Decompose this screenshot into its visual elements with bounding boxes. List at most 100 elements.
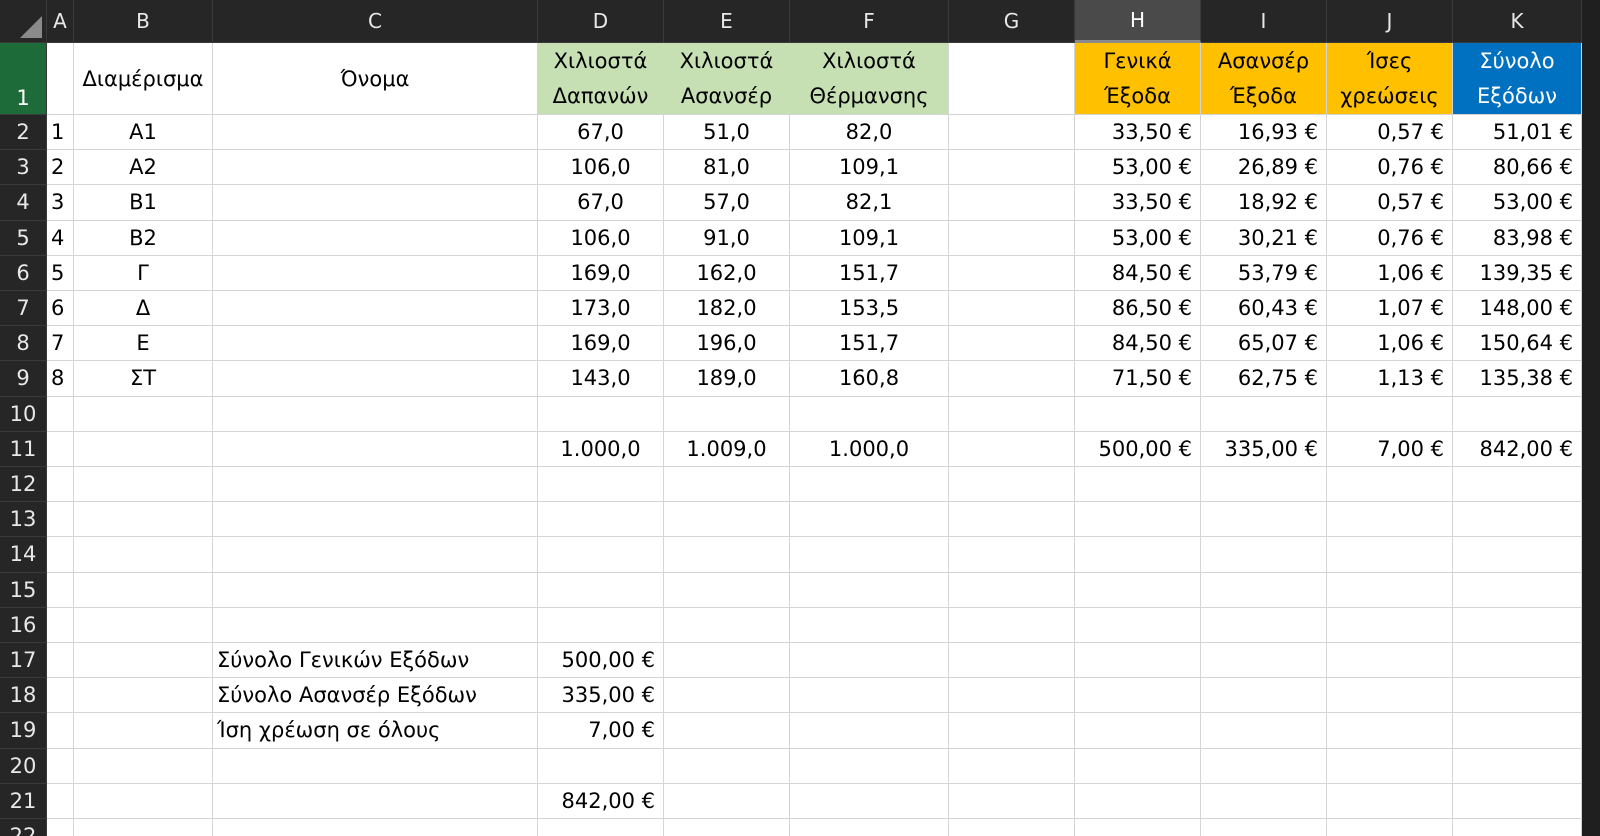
cell-d21[interactable]: 842,00 € xyxy=(538,783,664,819)
cell-d5[interactable]: 106,0 xyxy=(538,220,664,256)
cell-g11[interactable] xyxy=(949,431,1075,467)
cell-e18[interactable] xyxy=(664,678,790,714)
row-header-10[interactable]: 10 xyxy=(0,396,47,432)
column-header-b[interactable]: B xyxy=(74,0,213,43)
cell-j22[interactable] xyxy=(1327,819,1453,836)
cell-c2[interactable] xyxy=(213,115,538,151)
cell-a10[interactable] xyxy=(47,396,74,432)
cell-k11[interactable]: 842,00 € xyxy=(1453,431,1582,467)
row-header-6[interactable]: 6 xyxy=(0,255,47,291)
cell-b9[interactable]: ΣΤ xyxy=(74,361,213,397)
cell-j15[interactable] xyxy=(1327,572,1453,608)
cell-k5[interactable]: 83,98 € xyxy=(1453,220,1582,256)
cell-c17[interactable]: Σύνολο Γενικών Εξόδων xyxy=(213,643,538,679)
cell-c9[interactable] xyxy=(213,361,538,397)
cell-i14[interactable] xyxy=(1201,537,1327,573)
cell-h12[interactable] xyxy=(1075,467,1201,503)
cell-e1[interactable]: Χιλιοστά Ασανσέρ xyxy=(664,43,790,115)
cell-h18[interactable] xyxy=(1075,678,1201,714)
cell-a4[interactable]: 3 xyxy=(47,185,74,221)
cell-a8[interactable]: 7 xyxy=(47,326,74,362)
cell-k4[interactable]: 53,00 € xyxy=(1453,185,1582,221)
cell-g17[interactable] xyxy=(949,643,1075,679)
cell-j1[interactable]: Ίσες χρεώσεις xyxy=(1327,43,1453,115)
cell-g18[interactable] xyxy=(949,678,1075,714)
cell-b14[interactable] xyxy=(74,537,213,573)
cell-d19[interactable]: 7,00 € xyxy=(538,713,664,749)
cell-i13[interactable] xyxy=(1201,502,1327,538)
row-header-15[interactable]: 15 xyxy=(0,572,47,608)
cell-d17[interactable]: 500,00 € xyxy=(538,643,664,679)
cell-e8[interactable]: 196,0 xyxy=(664,326,790,362)
cell-c14[interactable] xyxy=(213,537,538,573)
cell-k2[interactable]: 51,01 € xyxy=(1453,115,1582,151)
cell-i12[interactable] xyxy=(1201,467,1327,503)
cell-e12[interactable] xyxy=(664,467,790,503)
cell-c13[interactable] xyxy=(213,502,538,538)
cell-h13[interactable] xyxy=(1075,502,1201,538)
cell-a15[interactable] xyxy=(47,572,74,608)
cell-a11[interactable] xyxy=(47,431,74,467)
cell-k3[interactable]: 80,66 € xyxy=(1453,150,1582,186)
cell-c3[interactable] xyxy=(213,150,538,186)
cell-f15[interactable] xyxy=(790,572,949,608)
cell-e15[interactable] xyxy=(664,572,790,608)
cell-h8[interactable]: 84,50 € xyxy=(1075,326,1201,362)
cell-f14[interactable] xyxy=(790,537,949,573)
cell-k12[interactable] xyxy=(1453,467,1582,503)
cell-i8[interactable]: 65,07 € xyxy=(1201,326,1327,362)
cell-d3[interactable]: 106,0 xyxy=(538,150,664,186)
cell-f12[interactable] xyxy=(790,467,949,503)
cell-h3[interactable]: 53,00 € xyxy=(1075,150,1201,186)
row-header-19[interactable]: 19 xyxy=(0,713,47,749)
cell-a18[interactable] xyxy=(47,678,74,714)
cell-h11[interactable]: 500,00 € xyxy=(1075,431,1201,467)
cell-a1[interactable] xyxy=(47,43,74,115)
cell-d10[interactable] xyxy=(538,396,664,432)
cell-f4[interactable]: 82,1 xyxy=(790,185,949,221)
row-header-5[interactable]: 5 xyxy=(0,220,47,256)
cell-b22[interactable] xyxy=(74,819,213,836)
cell-c6[interactable] xyxy=(213,255,538,291)
cell-h6[interactable]: 84,50 € xyxy=(1075,255,1201,291)
cell-g8[interactable] xyxy=(949,326,1075,362)
row-header-7[interactable]: 7 xyxy=(0,291,47,327)
cell-j2[interactable]: 0,57 € xyxy=(1327,115,1453,151)
cell-k6[interactable]: 139,35 € xyxy=(1453,255,1582,291)
cell-e13[interactable] xyxy=(664,502,790,538)
column-header-e[interactable]: E xyxy=(664,0,790,43)
cell-e9[interactable]: 189,0 xyxy=(664,361,790,397)
cell-j19[interactable] xyxy=(1327,713,1453,749)
cell-d6[interactable]: 169,0 xyxy=(538,255,664,291)
cell-h16[interactable] xyxy=(1075,607,1201,643)
column-header-i[interactable]: I xyxy=(1201,0,1327,43)
cell-i17[interactable] xyxy=(1201,643,1327,679)
row-header-4[interactable]: 4 xyxy=(0,185,47,221)
row-header-11[interactable]: 11 xyxy=(0,431,47,467)
cell-j9[interactable]: 1,13 € xyxy=(1327,361,1453,397)
cell-i16[interactable] xyxy=(1201,607,1327,643)
cell-h4[interactable]: 33,50 € xyxy=(1075,185,1201,221)
cell-f22[interactable] xyxy=(790,819,949,836)
cell-a16[interactable] xyxy=(47,607,74,643)
cell-g9[interactable] xyxy=(949,361,1075,397)
cell-g10[interactable] xyxy=(949,396,1075,432)
row-header-8[interactable]: 8 xyxy=(0,326,47,362)
cell-g19[interactable] xyxy=(949,713,1075,749)
spreadsheet-grid[interactable]: A B C D E F G H I J K 1 2 3 4 5 6 7 8 9 10 11 12 13 14 15 16 17 18 19… xyxy=(0,0,1600,836)
cell-g20[interactable] xyxy=(949,748,1075,784)
cell-b6[interactable]: Γ xyxy=(74,255,213,291)
cell-j18[interactable] xyxy=(1327,678,1453,714)
cell-b20[interactable] xyxy=(74,748,213,784)
cell-g3[interactable] xyxy=(949,150,1075,186)
cell-e20[interactable] xyxy=(664,748,790,784)
cell-k10[interactable] xyxy=(1453,396,1582,432)
cell-d2[interactable]: 67,0 xyxy=(538,115,664,151)
cell-b17[interactable] xyxy=(74,643,213,679)
cell-d9[interactable]: 143,0 xyxy=(538,361,664,397)
cell-d1[interactable]: Χιλιοστά Δαπανών xyxy=(538,43,664,115)
cell-h1[interactable]: Γενικά Έξοδα xyxy=(1075,43,1201,115)
row-header-3[interactable]: 3 xyxy=(0,150,47,186)
cell-c7[interactable] xyxy=(213,291,538,327)
cell-d13[interactable] xyxy=(538,502,664,538)
